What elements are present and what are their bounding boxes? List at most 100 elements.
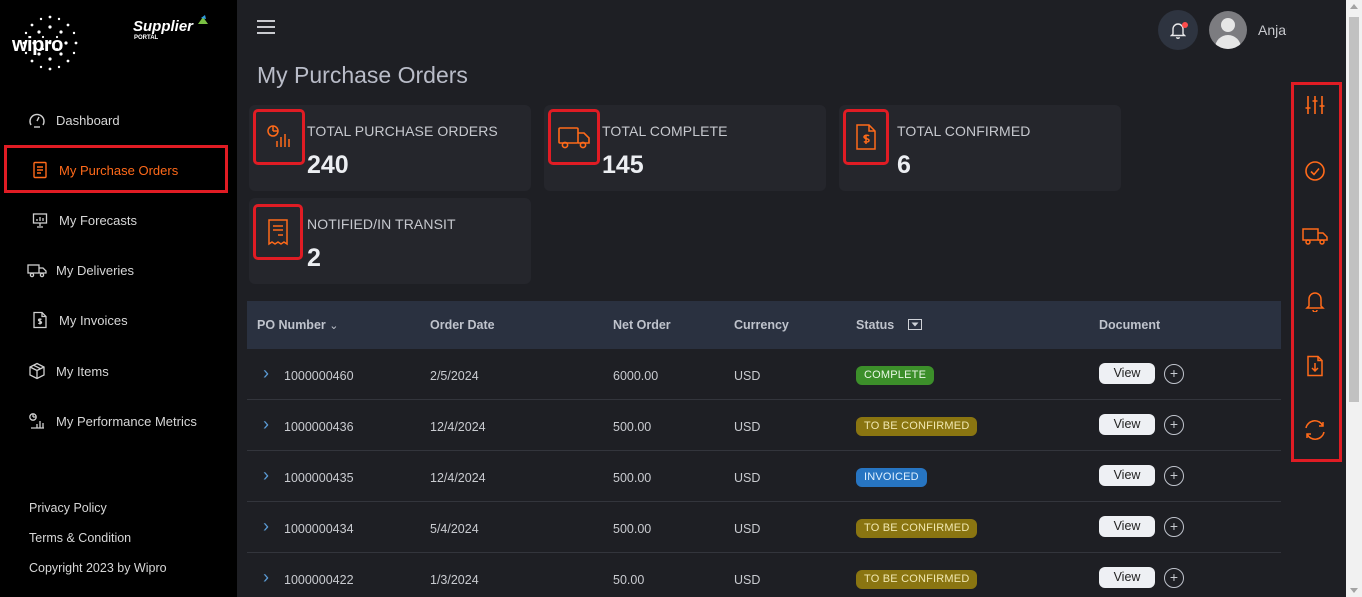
chevron-right-icon[interactable]: › xyxy=(263,363,269,384)
supplier-sparkle-icon xyxy=(198,15,208,24)
sidebar-item-label: My Purchase Orders xyxy=(59,162,179,178)
menu-toggle-icon[interactable] xyxy=(257,20,275,36)
chevron-right-icon[interactable]: › xyxy=(263,516,269,537)
view-document-button[interactable]: View xyxy=(1099,465,1155,486)
column-order-date[interactable]: Order Date xyxy=(430,318,495,332)
stat-card-notified-in-transit: NOTIFIED/IN TRANSIT 2 xyxy=(249,198,531,284)
stat-card-total-complete: TOTAL COMPLETE 145 xyxy=(544,105,826,191)
chevron-right-icon[interactable]: › xyxy=(263,465,269,486)
filter-dropdown-icon[interactable] xyxy=(907,319,922,330)
document-icon xyxy=(29,159,51,181)
order-date: 12/4/2024 xyxy=(430,471,486,485)
stat-card-total-purchase-orders: TOTAL PURCHASE ORDERS 240 xyxy=(249,105,531,191)
order-date: 2/5/2024 xyxy=(430,369,479,383)
chevron-down-icon: ⌄ xyxy=(329,320,339,332)
column-net-order[interactable]: Net Order xyxy=(613,318,671,332)
sidebar-item-my-performance-metrics[interactable]: My Performance Metrics xyxy=(0,401,237,441)
sidebar-item-label: My Deliveries xyxy=(56,262,135,278)
currency: USD xyxy=(734,369,761,383)
po-number: 1000000436 xyxy=(284,420,354,434)
file-download-icon[interactable] xyxy=(1301,352,1329,380)
sidebar-item-my-items[interactable]: My Items xyxy=(0,351,237,391)
privacy-policy-link[interactable]: Privacy Policy xyxy=(29,500,167,530)
stat-label: TOTAL PURCHASE ORDERS xyxy=(307,123,498,139)
view-document-button[interactable]: View xyxy=(1099,363,1155,384)
plus-circle-icon[interactable]: + xyxy=(1164,517,1184,537)
sidebar: wipro Supplier PORTAL Dashboard My Purch… xyxy=(0,0,237,597)
sidebar-item-label: My Forecasts xyxy=(59,212,138,228)
currency: USD xyxy=(734,573,761,587)
check-circle-icon[interactable] xyxy=(1301,157,1329,185)
sliders-icon[interactable] xyxy=(1301,91,1329,119)
terms-link[interactable]: Terms & Condition xyxy=(29,530,167,560)
table-row[interactable]: › 1000000422 1/3/2024 50.00 USD TO BE CONFIRM… xyxy=(247,553,1281,597)
presentation-chart-icon xyxy=(29,209,51,231)
scroll-thumb[interactable] xyxy=(1349,17,1359,402)
currency: USD xyxy=(734,522,761,536)
box-icon xyxy=(26,360,48,382)
po-number: 1000000422 xyxy=(284,573,354,587)
chevron-right-icon[interactable]: › xyxy=(263,414,269,435)
rail-highlight xyxy=(1291,82,1342,462)
scroll-down-arrow-icon[interactable] xyxy=(1350,588,1358,593)
page-scrollbar[interactable] xyxy=(1346,0,1362,597)
stat-value: 6 xyxy=(897,151,911,179)
column-document: Document xyxy=(1099,318,1161,332)
table-row[interactable]: › 1000000434 5/4/2024 500.00 USD TO BE CONFIR… xyxy=(247,502,1281,553)
right-action-rail xyxy=(1287,0,1346,597)
icon-highlight xyxy=(548,109,600,165)
truck-icon xyxy=(558,127,590,149)
truck-icon xyxy=(26,259,48,281)
supplier-wordmark: Supplier xyxy=(133,18,194,35)
status-badge: INVOICED xyxy=(856,468,927,487)
sidebar-item-my-forecasts[interactable]: My Forecasts xyxy=(0,200,237,240)
net-order: 6000.00 xyxy=(613,369,659,383)
copyright-text: Copyright 2023 by Wipro xyxy=(29,561,167,575)
column-currency[interactable]: Currency xyxy=(734,318,789,332)
receipt-icon xyxy=(268,219,288,246)
table-header: PO Number ⌄ Order Date Net Order Currenc… xyxy=(247,301,1281,349)
stat-label: NOTIFIED/IN TRANSIT xyxy=(307,216,456,232)
net-order: 500.00 xyxy=(613,522,652,536)
status-badge: TO BE CONFIRMED xyxy=(856,519,978,538)
chevron-right-icon[interactable]: › xyxy=(263,567,269,588)
column-po-number[interactable]: PO Number ⌄ xyxy=(257,318,338,332)
app-root: wipro Supplier PORTAL Dashboard My Purch… xyxy=(0,0,1362,597)
view-document-button[interactable]: View xyxy=(1099,414,1155,435)
po-number: 1000000434 xyxy=(284,522,354,536)
sidebar-item-my-purchase-orders[interactable]: My Purchase Orders xyxy=(0,150,237,190)
bell-icon[interactable] xyxy=(1301,287,1329,315)
status-badge: TO BE CONFIRMED xyxy=(856,570,978,589)
plus-circle-icon[interactable]: + xyxy=(1164,568,1184,588)
table-row[interactable]: › 1000000435 12/4/2024 500.00 USD INVOICED Vie… xyxy=(247,451,1281,502)
sidebar-item-dashboard[interactable]: Dashboard xyxy=(0,100,237,140)
column-status[interactable]: Status xyxy=(856,318,922,332)
sidebar-footer: Privacy Policy Terms & Condition Copyrig… xyxy=(29,500,167,590)
truck-icon[interactable] xyxy=(1301,222,1329,250)
order-date: 12/4/2024 xyxy=(430,420,486,434)
status-badge: TO BE CONFIRMED xyxy=(856,417,978,436)
view-document-button[interactable]: View xyxy=(1099,516,1155,537)
po-number: 1000000460 xyxy=(284,369,354,383)
table-row[interactable]: › 1000000436 12/4/2024 500.00 USD TO BE CONFI… xyxy=(247,400,1281,451)
stat-label: TOTAL COMPLETE xyxy=(602,123,728,139)
scroll-up-arrow-icon[interactable] xyxy=(1350,4,1358,9)
page-title: My Purchase Orders xyxy=(257,62,468,88)
po-number: 1000000435 xyxy=(284,471,354,485)
notifications-button[interactable] xyxy=(1158,10,1198,50)
main-content: Anjana ⌄ My Purchase Orders TOTAL PURCHA… xyxy=(237,0,1323,597)
refresh-icon[interactable] xyxy=(1301,416,1329,444)
avatar[interactable] xyxy=(1209,11,1247,49)
table-row[interactable]: › 1000000460 2/5/2024 6000.00 USD COMPLETE Vie… xyxy=(247,349,1281,400)
plus-circle-icon[interactable]: + xyxy=(1164,364,1184,384)
view-document-button[interactable]: View xyxy=(1099,567,1155,588)
net-order: 500.00 xyxy=(613,471,652,485)
sidebar-item-label: Dashboard xyxy=(56,112,120,128)
sidebar-item-my-invoices[interactable]: My Invoices xyxy=(0,300,237,340)
sidebar-item-label: My Items xyxy=(56,363,109,379)
plus-circle-icon[interactable]: + xyxy=(1164,466,1184,486)
plus-circle-icon[interactable]: + xyxy=(1164,415,1184,435)
sidebar-item-my-deliveries[interactable]: My Deliveries xyxy=(0,250,237,290)
sidebar-item-label: My Performance Metrics xyxy=(56,413,197,429)
stat-card-total-confirmed: TOTAL CONFIRMED 6 xyxy=(839,105,1121,191)
